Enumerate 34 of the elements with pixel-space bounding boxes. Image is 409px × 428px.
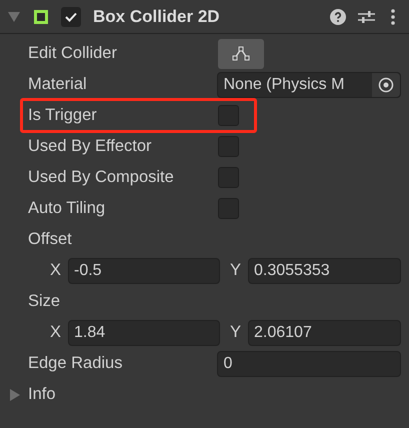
collider-icon — [34, 10, 48, 24]
polygon-points-icon — [231, 46, 251, 62]
field-label: Used By Effector — [28, 136, 153, 158]
field-label: Auto Tiling — [28, 198, 106, 220]
settings-sliders-icon[interactable] — [358, 8, 375, 24]
field-label: Edge Radius — [28, 353, 124, 374]
field-label: Is Trigger — [28, 105, 98, 126]
checkbox[interactable] — [218, 167, 239, 188]
field-label: Size — [28, 291, 62, 312]
number-field[interactable]: -0.5 — [68, 258, 220, 284]
check-icon — [65, 12, 77, 22]
axis-label: Y — [230, 260, 242, 282]
checkbox[interactable] — [218, 105, 239, 126]
number-field[interactable]: 0 — [217, 350, 401, 376]
field-label: Material — [28, 74, 88, 96]
edit-collider-button[interactable] — [218, 38, 264, 68]
number-field[interactable]: 0.3055353 — [248, 258, 401, 284]
more-menu-icon[interactable] — [391, 8, 395, 24]
enable-checkbox[interactable] — [61, 6, 81, 26]
object-picker-icon[interactable] — [372, 72, 400, 96]
checkbox[interactable] — [218, 198, 239, 219]
number-field[interactable]: 1.84 — [68, 320, 220, 346]
field-label: Edit Collider — [28, 43, 118, 64]
component-title: Box Collider 2D — [93, 6, 220, 28]
field-label: Used By Composite — [28, 167, 175, 188]
number-field[interactable]: 2.06107 — [248, 320, 401, 346]
checkbox[interactable] — [218, 136, 239, 157]
help-icon[interactable] — [330, 8, 346, 24]
object-field[interactable]: None (Physics M — [217, 72, 401, 98]
axis-label: X — [50, 260, 62, 282]
axis-label: X — [50, 322, 62, 344]
foldout-label[interactable]: Info — [28, 382, 56, 407]
field-label: Offset — [28, 229, 73, 250]
axis-label: Y — [230, 322, 242, 344]
